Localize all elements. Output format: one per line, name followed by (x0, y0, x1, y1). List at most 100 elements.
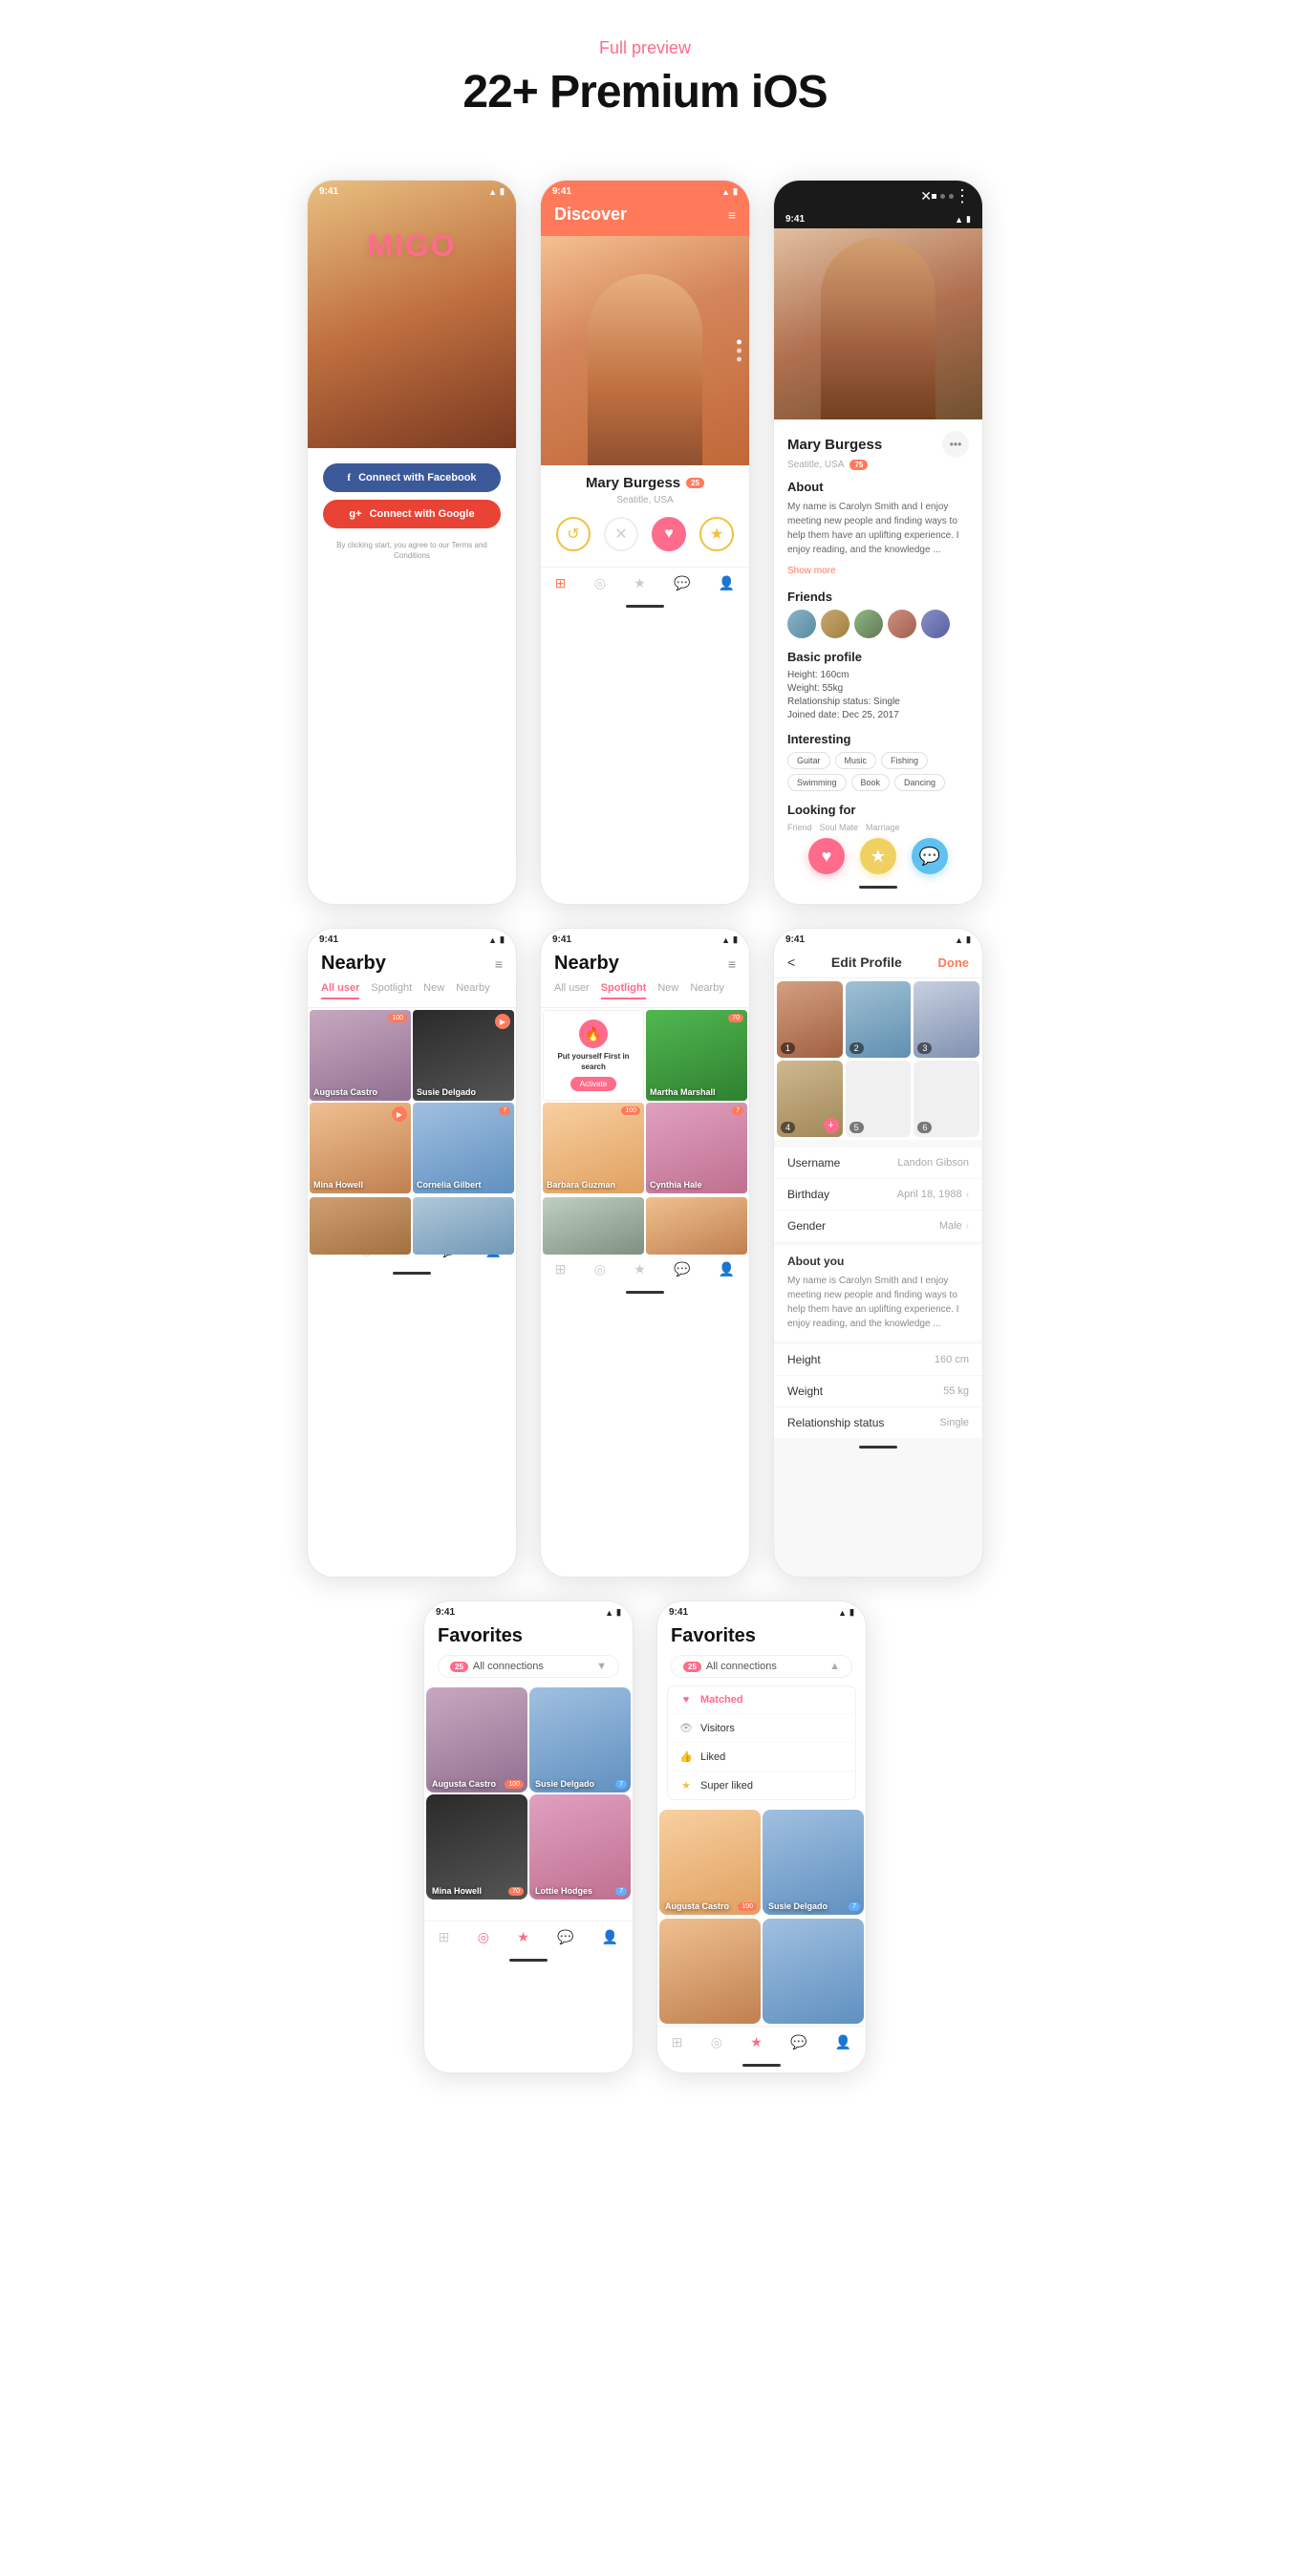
menu-icon[interactable]: ≡ (728, 956, 736, 972)
dropdown-visitors[interactable]: 👁 Visitors (668, 1714, 855, 1743)
facebook-login-button[interactable]: f Connect with Facebook (323, 463, 501, 492)
photo-slot-1[interactable]: 1 (777, 981, 843, 1058)
more-button[interactable]: ••• (942, 431, 969, 458)
status-bar: 9:41 ▲ ▮ (657, 1601, 866, 1620)
tab-all-user[interactable]: All user (321, 982, 359, 999)
nearby-title: Nearby (321, 953, 386, 975)
fav-card-1[interactable]: Augusta Castro 100 (659, 1810, 761, 1915)
star-icon[interactable]: ★ (750, 2034, 763, 2050)
compass-icon[interactable]: ◎ (594, 1261, 606, 1277)
tab-nearby[interactable]: Nearby (690, 982, 723, 999)
photo-slot-5[interactable]: 5 (846, 1061, 912, 1137)
fav-card-4[interactable]: Lottie Hodges 7 (529, 1794, 631, 1900)
home-icon[interactable]: ⊞ (439, 1929, 450, 1945)
nearby-card-barbara[interactable]: Barbara Guzman 100 (543, 1103, 644, 1193)
nearby-card-1[interactable]: Augusta Castro 100 (310, 1010, 411, 1101)
star-icon[interactable]: ★ (517, 1929, 529, 1945)
chat-icon[interactable]: 💬 (557, 1929, 573, 1945)
chat-nav-icon[interactable]: 💬 (674, 575, 690, 591)
photo-slot-6[interactable]: 6 (914, 1061, 979, 1137)
tab-spotlight[interactable]: Spotlight (601, 982, 647, 999)
rewind-button[interactable]: ↺ (556, 517, 591, 551)
wifi-icon: ▲ (605, 1608, 613, 1618)
back-button[interactable]: < (787, 955, 795, 970)
photo-slot-3[interactable]: 3 (914, 981, 979, 1058)
birthday-row[interactable]: Birthday April 18, 1988 › (774, 1179, 982, 1211)
dropdown-liked[interactable]: 👍 Liked (668, 1743, 855, 1771)
nearby-card-martha[interactable]: Martha Marshall 70 (646, 1010, 747, 1101)
nearby-card-extra1[interactable] (543, 1197, 644, 1255)
fav-card-2[interactable]: Susie Delgado 7 (763, 1810, 864, 1915)
nearby-card-6[interactable] (413, 1197, 514, 1255)
fav-card-2[interactable]: Susie Delgado 7 (529, 1687, 631, 1792)
friend-avatar-4[interactable] (888, 610, 916, 638)
gender-row[interactable]: Gender Male › (774, 1211, 982, 1241)
friend-avatar-1[interactable] (787, 610, 816, 638)
profile-icon[interactable]: 👤 (835, 2034, 851, 2050)
fav-card-3[interactable]: Mina Howell 70 (426, 1794, 527, 1900)
screen-nearby-2: 9:41 ▲ ▮ Nearby ≡ All user Spotlight New… (540, 928, 750, 1578)
relationship-row[interactable]: Relationship status Single (774, 1407, 982, 1438)
nearby-card-cynthia[interactable]: Cynthia Hale 7 (646, 1103, 747, 1193)
liked-label: Liked (700, 1751, 725, 1763)
dropdown-matched[interactable]: ♥ Matched (668, 1686, 855, 1714)
home-nav-icon[interactable]: ⊞ (555, 575, 567, 591)
home-icon[interactable]: ⊞ (555, 1261, 567, 1277)
menu-icon[interactable]: ≡ (495, 956, 503, 972)
tab-new[interactable]: New (657, 982, 678, 999)
close-button[interactable]: ✕ (920, 188, 932, 204)
profile-nav-icon[interactable]: 👤 (719, 575, 735, 591)
tab-nearby[interactable]: Nearby (456, 982, 489, 999)
photo-slot-4[interactable]: 4 + (777, 1061, 843, 1137)
tab-spotlight[interactable]: Spotlight (371, 982, 412, 999)
like-button[interactable]: ♥ (652, 517, 686, 551)
compass-nav-icon[interactable]: ◎ (594, 575, 606, 591)
tab-new[interactable]: New (423, 982, 444, 999)
screen-login: 9:41 ▲ ▮ MIGO f Connect with Facebook g+… (307, 180, 517, 905)
show-more-button[interactable]: Show more (787, 566, 836, 576)
nearby-header: Nearby ≡ (308, 947, 516, 982)
dropdown-superliked[interactable]: ★ Super liked (668, 1771, 855, 1799)
profile-icon[interactable]: 👤 (602, 1929, 618, 1945)
like-action[interactable]: ♥ (808, 838, 845, 874)
friend-avatar-3[interactable] (854, 610, 883, 638)
nearby-card-5[interactable] (310, 1197, 411, 1255)
favorites-filter[interactable]: 25 All connections ▲ (671, 1655, 852, 1678)
star-nav-icon[interactable]: ★ (634, 575, 646, 591)
chat-icon[interactable]: 💬 (674, 1261, 690, 1277)
photo-slot-2[interactable]: 2 (846, 981, 912, 1058)
tab-all-user[interactable]: All user (554, 982, 590, 999)
friend-avatar-5[interactable] (921, 610, 950, 638)
home-icon[interactable]: ⊞ (672, 2034, 683, 2050)
photo-number-2: 2 (849, 1042, 864, 1054)
star-icon[interactable]: ★ (634, 1261, 646, 1277)
more-options-button[interactable]: ⋮ (954, 186, 971, 206)
favorites-filter[interactable]: 25 All connections ▼ (438, 1655, 619, 1678)
fav-card-4[interactable] (763, 1919, 864, 2024)
fav-card-1[interactable]: Augusta Castro 100 (426, 1687, 527, 1792)
filter-label: All connections (706, 1661, 777, 1672)
nearby-card-4[interactable]: Cornelia Gilbert 7 (413, 1103, 514, 1193)
compass-icon[interactable]: ◎ (478, 1929, 489, 1945)
google-login-button[interactable]: g+ Connect with Google (323, 500, 501, 528)
status-bar: 9:41 ▲ ▮ (424, 1601, 633, 1620)
star-button[interactable]: ★ (699, 517, 734, 551)
chat-icon[interactable]: 💬 (790, 2034, 806, 2050)
nearby-card-3[interactable]: Mina Howell ▶ (310, 1103, 411, 1193)
activate-button[interactable]: Activate (570, 1077, 616, 1091)
nearby-card-extra2[interactable] (646, 1197, 747, 1255)
battery-icon: ▮ (733, 934, 738, 945)
star-action[interactable]: ★ (860, 838, 896, 874)
add-photo-icon[interactable]: + (824, 1118, 839, 1133)
menu-icon[interactable]: ≡ (728, 207, 736, 223)
done-button[interactable]: Done (938, 955, 970, 970)
chat-action[interactable]: 💬 (912, 838, 948, 874)
thumbsup-icon: 👍 (679, 1750, 693, 1763)
dislike-button[interactable]: ✕ (604, 517, 638, 551)
nearby-card-2[interactable]: Susie Delgado ▶ (413, 1010, 514, 1101)
fav-card-3[interactable] (659, 1919, 761, 2024)
nearby-tabs: All user Spotlight New Nearby (308, 982, 516, 1008)
compass-icon[interactable]: ◎ (711, 2034, 722, 2050)
profile-icon[interactable]: 👤 (719, 1261, 735, 1277)
friend-avatar-2[interactable] (821, 610, 849, 638)
